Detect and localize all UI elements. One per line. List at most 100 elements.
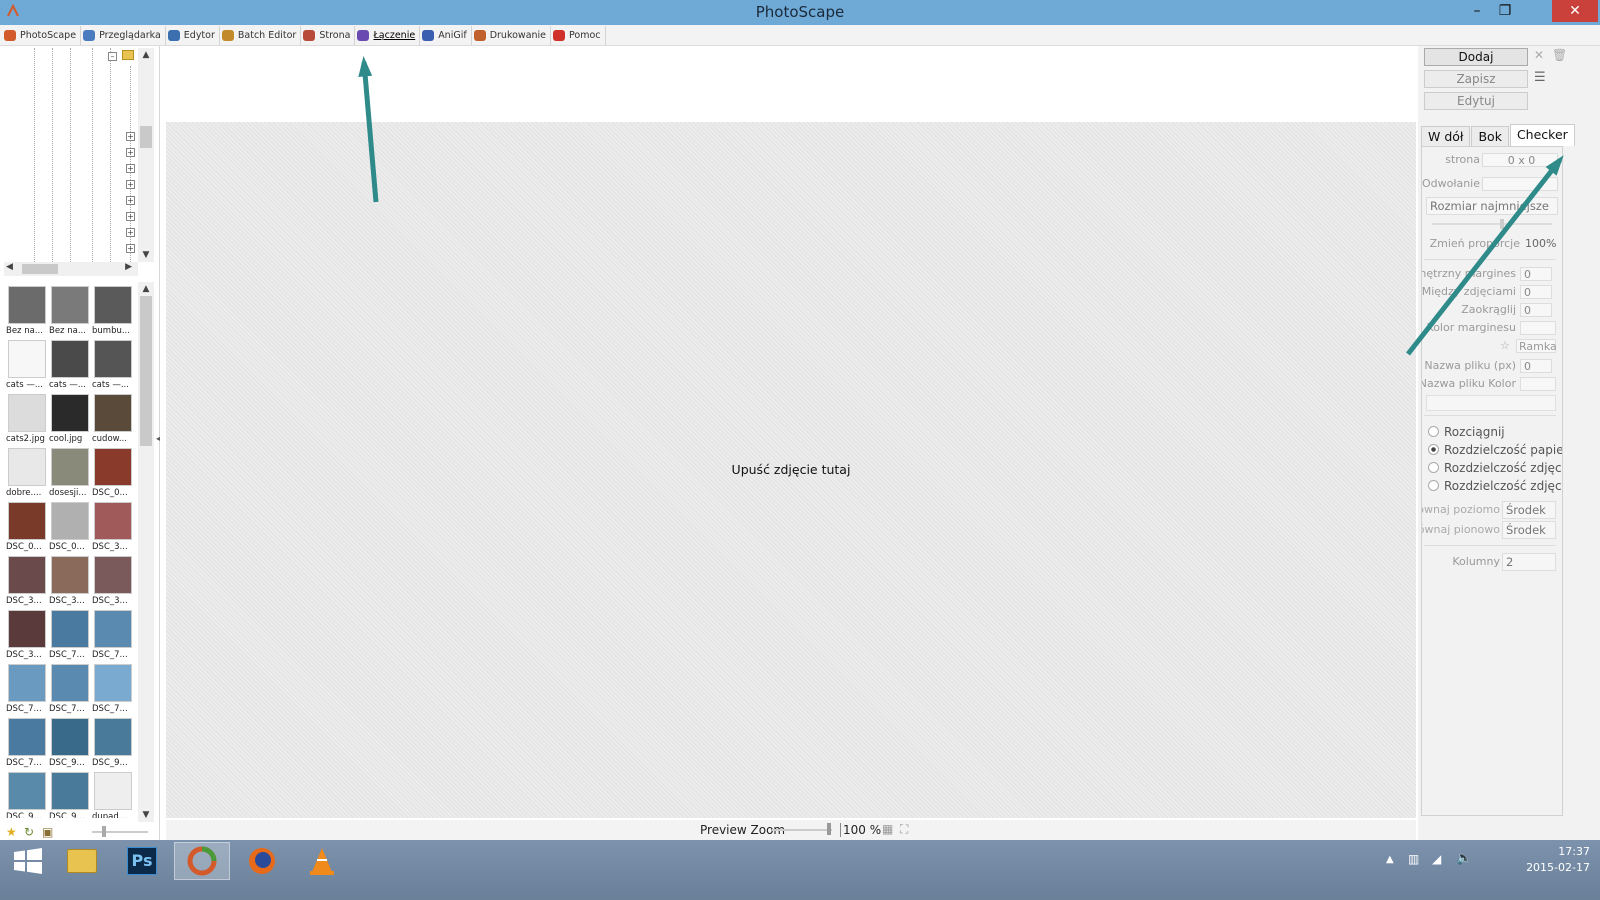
- thumbnail-image[interactable]: [94, 556, 132, 594]
- list-icon[interactable]: ☰: [1534, 70, 1546, 85]
- module-tab-2[interactable]: Edytor: [166, 25, 220, 45]
- thumbnail-item[interactable]: cats —...: [6, 340, 48, 394]
- slider-handle[interactable]: [827, 823, 831, 835]
- align-v-select[interactable]: Środek: [1502, 521, 1556, 539]
- thumbnail-item[interactable]: cats —...: [49, 340, 91, 394]
- scroll-up-icon[interactable]: ▲: [138, 48, 154, 62]
- thumbnail-item[interactable]: cats —...: [92, 340, 134, 394]
- filename-color-picker[interactable]: [1520, 377, 1556, 391]
- odwolanie-field[interactable]: [1482, 177, 1558, 191]
- thumbnail-item[interactable]: dobre....: [6, 448, 48, 502]
- photoscape-taskbar-button[interactable]: [174, 842, 230, 880]
- frame-star-icon[interactable]: ☆: [1500, 339, 1510, 352]
- radio-icon[interactable]: [1428, 480, 1439, 491]
- thumbnail-image[interactable]: [8, 340, 46, 378]
- tree-collapse-icon[interactable]: –: [108, 52, 117, 61]
- thumbnail-image[interactable]: [94, 718, 132, 756]
- scroll-thumb[interactable]: [140, 126, 152, 148]
- filename-field[interactable]: [1426, 395, 1556, 411]
- thumbnail-item[interactable]: DSC_7...: [92, 664, 134, 718]
- tree-expand-icon[interactable]: +: [126, 148, 135, 157]
- thumbnail-item[interactable]: DSC_7...: [6, 664, 48, 718]
- thumbnail-item[interactable]: DSC_3...: [6, 556, 48, 610]
- radio-option-1[interactable]: Rozdzielczość papieru: [1428, 443, 1562, 457]
- slider-handle[interactable]: [102, 826, 106, 837]
- close-button[interactable]: ✕: [1552, 0, 1598, 22]
- radio-icon[interactable]: [1428, 444, 1439, 455]
- outer-margin-input[interactable]: 0: [1520, 267, 1552, 281]
- star-icon[interactable]: ★: [6, 825, 17, 839]
- radio-option-0[interactable]: Rozciągnij: [1428, 425, 1505, 439]
- align-h-select[interactable]: Środek: [1502, 501, 1556, 519]
- signal-icon[interactable]: ◢: [1432, 852, 1441, 866]
- module-tab-4[interactable]: Strona: [301, 25, 356, 45]
- thumbnail-item[interactable]: DSC_3...: [92, 556, 134, 610]
- thumbnail-item[interactable]: DSC_0...: [92, 448, 134, 502]
- folder-icon[interactable]: ▣: [42, 825, 53, 839]
- tree-expand-icon[interactable]: +: [126, 196, 135, 205]
- thumbnail-item[interactable]: DSC_9...: [6, 772, 48, 818]
- module-tab-7[interactable]: Drukowanie: [472, 25, 552, 45]
- explorer-taskbar-button[interactable]: [54, 842, 110, 880]
- folder-tree[interactable]: – + + + + + + + +: [4, 48, 138, 262]
- size-slider[interactable]: [1432, 223, 1552, 225]
- thumbnail-item[interactable]: DSC_9...: [49, 718, 91, 772]
- thumbnail-item[interactable]: DSC_7...: [92, 610, 134, 664]
- thumbnail-item[interactable]: cats2.jpg: [6, 394, 48, 448]
- thumbnail-item[interactable]: DSC_7...: [49, 610, 91, 664]
- tree-expand-icon[interactable]: +: [126, 212, 135, 221]
- tree-horizontal-scrollbar[interactable]: ◀ ▶: [4, 262, 138, 276]
- firefox-taskbar-button[interactable]: [234, 842, 290, 880]
- tree-expand-icon[interactable]: +: [126, 132, 135, 141]
- radio-icon[interactable]: [1428, 462, 1439, 473]
- module-tab-8[interactable]: Pomoc: [551, 25, 606, 45]
- tab-w-dol[interactable]: W dół: [1421, 126, 1471, 146]
- thumb-size-slider[interactable]: [92, 831, 148, 833]
- slider-handle[interactable]: [1500, 219, 1504, 229]
- fit-icon[interactable]: ⛶: [900, 822, 908, 837]
- refresh-icon[interactable]: ↻: [24, 825, 34, 839]
- tree-expand-icon[interactable]: +: [126, 164, 135, 173]
- thumbnail-item[interactable]: bumbu...: [92, 286, 134, 340]
- module-tab-5[interactable]: Łączenie: [355, 25, 421, 45]
- photoshop-taskbar-button[interactable]: Ps: [114, 842, 170, 880]
- thumbnail-image[interactable]: [94, 502, 132, 540]
- thumbnail-image[interactable]: [8, 772, 46, 810]
- module-tab-1[interactable]: Przeglądarka: [81, 25, 166, 45]
- proportion-value[interactable]: 100%: [1522, 237, 1558, 251]
- thumbnail-image[interactable]: [51, 556, 89, 594]
- thumbnail-image[interactable]: [51, 718, 89, 756]
- thumbnail-image[interactable]: [8, 502, 46, 540]
- thumbnail-image[interactable]: [94, 448, 132, 486]
- thumbnail-item[interactable]: DSC_0...: [49, 502, 91, 556]
- scroll-right-icon[interactable]: ▶: [125, 262, 132, 272]
- thumbs-vertical-scrollbar[interactable]: ▲ ▼: [138, 282, 154, 822]
- tree-expand-icon[interactable]: +: [126, 180, 135, 189]
- thumbnail-image[interactable]: [8, 286, 46, 324]
- trash-icon[interactable]: 🗑: [1552, 48, 1567, 62]
- radio-option-3[interactable]: Rozdzielczość zdjęcia (: [1428, 479, 1562, 493]
- module-tab-6[interactable]: AniGif: [420, 25, 472, 45]
- thumbnail-image[interactable]: [8, 718, 46, 756]
- vlc-taskbar-button[interactable]: [294, 842, 350, 880]
- tab-bok[interactable]: Bok: [1471, 126, 1509, 146]
- scroll-down-icon[interactable]: ▼: [138, 808, 154, 822]
- radio-option-2[interactable]: Rozdzielczość zdjęcia: [1428, 461, 1562, 475]
- thumbnail-image[interactable]: [8, 610, 46, 648]
- thumbnail-item[interactable]: cudow...: [92, 394, 134, 448]
- module-tab-0[interactable]: PhotoScape: [2, 25, 82, 45]
- thumbnail-image[interactable]: [51, 772, 89, 810]
- thumbnail-image[interactable]: [8, 664, 46, 702]
- thumbnail-image[interactable]: [94, 394, 132, 432]
- thumbnail-item[interactable]: dosesji...: [49, 448, 91, 502]
- collapse-panel-icon[interactable]: ◂: [156, 434, 160, 443]
- thumbnail-item[interactable]: Bez na...: [49, 286, 91, 340]
- volume-icon[interactable]: 🔈: [1456, 851, 1472, 866]
- tray-expand-icon[interactable]: ▲: [1386, 854, 1394, 865]
- tree-vertical-scrollbar[interactable]: ▲ ▼: [138, 48, 154, 262]
- clock[interactable]: 17:37 2015-02-17: [1526, 844, 1590, 876]
- thumbnail-item[interactable]: DSC_3...: [6, 610, 48, 664]
- thumbnail-item[interactable]: DSC_7...: [6, 718, 48, 772]
- tab-checker[interactable]: Checker: [1509, 124, 1575, 146]
- tree-expand-icon[interactable]: +: [126, 228, 135, 237]
